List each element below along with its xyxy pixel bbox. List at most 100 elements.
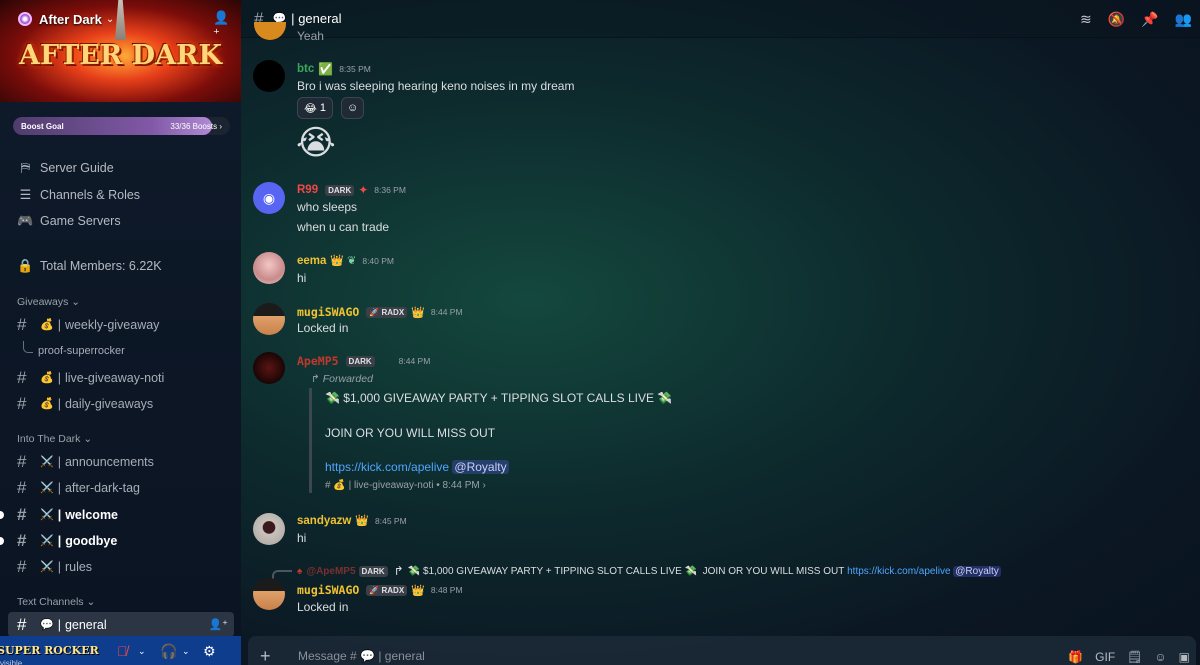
gift-icon[interactable]: 🎁 (1068, 650, 1083, 664)
boost-goal-bar[interactable]: Boost Goal 33/36 Boosts › (13, 117, 230, 135)
invite-people-icon[interactable]: 👤⁺ (213, 10, 229, 41)
crossed-swords-icon: ⚔️ (40, 535, 54, 547)
username[interactable]: sandyazw (297, 515, 351, 527)
reaction[interactable]: 😂 1 (297, 97, 334, 119)
username[interactable]: R99 (297, 184, 318, 196)
money-bag-icon: 💰 (40, 372, 54, 384)
message-composer[interactable]: + Message # 💬 | general 🎁 GIF 🗒 ☺ ▣ (248, 636, 1196, 665)
hash-icon: # (17, 393, 27, 413)
message-header: mugiSWAGO 🚀 RADX 👑 8:44 PM (297, 305, 463, 319)
channel-after-dark-tag[interactable]: # ⚔️ | after-dark-tag (8, 475, 234, 500)
role-mention[interactable]: @Royalty (953, 565, 1001, 577)
channel-separator: | (57, 454, 61, 469)
channel-announcements[interactable]: # ⚔️ | announcements (8, 449, 234, 474)
threads-icon[interactable]: ≋ (1080, 11, 1092, 28)
timestamp: 8:48 PM (430, 585, 463, 595)
tears-of-joy-icon: 😂 (304, 102, 317, 115)
category-text-channels[interactable]: Text Channels ⌄ (17, 596, 95, 608)
avatar[interactable] (253, 352, 285, 384)
forward-source[interactable]: # 💰 | live-giveaway-noti • 8:44 PM › (325, 480, 486, 491)
link[interactable]: https://kick.com/apelive (847, 566, 950, 577)
message-header: ApeMP5 DARK 8:44 PM (297, 354, 430, 368)
channel-daily-giveaways[interactable]: # 💰 | daily-giveaways (8, 391, 234, 416)
nav-game-servers[interactable]: 🎮 Game Servers (0, 208, 241, 235)
channel-welcome[interactable]: # ⚔️ | welcome (8, 502, 234, 527)
role-icon: ❦ (347, 255, 357, 267)
avatar[interactable] (253, 303, 285, 335)
timestamp: 8:45 PM (375, 515, 407, 526)
message-text: who sleeps (297, 200, 358, 214)
channel-goodbye[interactable]: # ⚔️ | goodbye (8, 528, 234, 553)
add-reaction-button[interactable]: ☺ (341, 97, 365, 119)
members-icon[interactable]: 👥 (1175, 11, 1192, 28)
channel-general[interactable]: # 💬 | general 👤⁺ (8, 612, 234, 637)
category-into-the-dark[interactable]: Into The Dark ⌄ (17, 433, 92, 445)
message-text: Locked in (297, 600, 349, 614)
speech-bubble-icon: 💬 (40, 619, 54, 631)
reply-preview[interactable]: ♠ @ApeMP5 DARK ↱ 💸 $1,000 GIVEAWAY PARTY… (297, 564, 1001, 578)
avatar[interactable] (253, 60, 285, 92)
avatar[interactable] (253, 578, 285, 610)
gif-icon[interactable]: GIF (1095, 650, 1115, 664)
user-status: visible (0, 659, 23, 665)
emoji-icon[interactable]: ☺ (1154, 650, 1166, 664)
add-member-icon[interactable]: 👤⁺ (208, 618, 228, 631)
role-mention[interactable]: @Royalty (452, 460, 509, 474)
username[interactable]: mugiSWAGO (297, 583, 359, 597)
lock-icon: 🔒 (17, 257, 34, 273)
money-bag-icon: 💰 (40, 319, 54, 331)
channel-live-giveaway-noti[interactable]: # 💰 | live-giveaway-noti (8, 365, 234, 390)
crown-icon: 👑 (355, 515, 370, 527)
channel-weekly-giveaway[interactable]: # 💰 | weekly-giveaway (8, 312, 234, 337)
server-tag: DARK (358, 565, 388, 577)
server-header[interactable]: After Dark ⌄ 👤⁺ (0, 0, 241, 41)
category-giveaways[interactable]: Giveaways ⌄ (17, 296, 80, 308)
reply-author[interactable]: @ApeMP5 (306, 566, 355, 577)
forward-arrow-icon: ↱ (311, 373, 320, 385)
username[interactable]: eema (297, 255, 326, 267)
message-header: sandyazw 👑 8:45 PM (297, 514, 407, 528)
crossed-swords-icon: ⚔️ (40, 509, 54, 521)
headphones-icon[interactable]: 🎧 (160, 643, 177, 660)
chevron-down-icon[interactable]: ⌄ (138, 646, 146, 657)
channel-label: rules (64, 559, 93, 574)
crying-face-icon: 😭 (296, 124, 336, 162)
link[interactable]: https://kick.com/apelive (325, 460, 449, 474)
sticker-icon[interactable]: 🗒 (1127, 650, 1142, 664)
avatar[interactable] (253, 513, 285, 545)
add-emoji-icon: ☺ (347, 102, 359, 114)
forward-body: JOIN OR YOU WILL MISS OUT (325, 426, 496, 440)
hash-icon: # (17, 314, 27, 334)
nav-server-guide[interactable]: ⛿ Server Guide (0, 155, 241, 182)
thread-branch-icon (23, 341, 33, 353)
nav-channels-roles[interactable]: ☰ Channels & Roles (0, 182, 241, 209)
add-attachment-icon[interactable]: + (260, 646, 280, 665)
user-panel[interactable]: SUPER ROCKER visible 🎙̸ ⌄ 🎧 ⌄ ⚙ (0, 636, 241, 665)
apps-icon[interactable]: ▣ (1179, 650, 1190, 664)
composer-toolbar: 🎁 GIF 🗒 ☺ ▣ (1068, 650, 1190, 664)
username[interactable]: mugiSWAGO (297, 305, 359, 319)
gear-icon[interactable]: ⚙ (203, 643, 216, 660)
channel-rules[interactable]: # ⚔️ | rules (8, 554, 234, 579)
avatar[interactable]: ◉ (253, 182, 285, 214)
username[interactable]: btc (297, 63, 314, 75)
chevron-down-icon[interactable]: ⌄ (182, 646, 190, 657)
pin-icon[interactable]: 📌 (1141, 11, 1158, 28)
thread-proof-superrocker[interactable]: proof-superrocker (23, 341, 223, 361)
nav-label: Server Guide (40, 161, 114, 176)
channel-label: daily-giveaways (64, 396, 154, 411)
user-name: SUPER ROCKER (0, 644, 99, 657)
nav-total-members: 🔒 Total Members: 6.22K (0, 253, 241, 280)
crossed-swords-icon: ⚔️ (40, 561, 54, 573)
message-header: btc ✅ 8:35 PM (297, 62, 371, 76)
message-input[interactable]: Message # 💬 | general (298, 649, 425, 663)
message-header: eema 👑 ❦ 8:40 PM (297, 254, 394, 268)
channel-separator: | (57, 533, 62, 548)
username[interactable]: ApeMP5 (297, 354, 339, 368)
role-icon: ✦ (358, 183, 369, 197)
nav-label: Channels & Roles (40, 187, 141, 202)
channel-separator: | (57, 507, 62, 522)
notification-muted-icon[interactable]: 🔕 (1108, 11, 1125, 28)
mic-muted-icon[interactable]: 🎙̸ (117, 643, 128, 659)
avatar[interactable] (253, 252, 285, 284)
